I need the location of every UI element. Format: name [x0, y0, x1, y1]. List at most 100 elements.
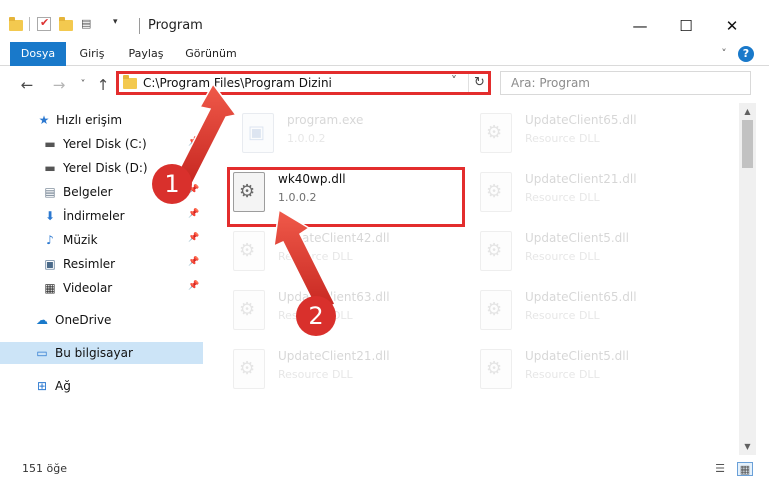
file-item[interactable]: UpdateClient21.dll Resource DLL	[233, 347, 463, 399]
sidebar-item-downloads[interactable]: ⬇ İndirmeler 📌	[0, 205, 203, 227]
maximize-button[interactable]: ☐	[663, 14, 709, 38]
navigation-bar: ← → ˅ ↑ C:\Program Files\Program Dizini …	[0, 67, 769, 103]
window-title: Program	[148, 18, 203, 33]
tab-file[interactable]: Dosya	[10, 42, 66, 66]
details-view-icon[interactable]: ☰	[712, 462, 728, 476]
file-name: UpdateClient63.dll	[278, 290, 390, 304]
file-type: Resource DLL	[525, 250, 600, 263]
file-item[interactable]: UpdateClient5.dll Resource DLL	[480, 229, 710, 281]
file-type: Resource DLL	[525, 368, 600, 381]
forward-button[interactable]: →	[50, 76, 68, 94]
ribbon: Dosya Giriş Paylaş Görünüm ˅ ?	[0, 42, 769, 66]
scroll-up-icon[interactable]: ▲	[739, 103, 756, 120]
file-version: 1.0.0.2	[278, 191, 317, 204]
address-text[interactable]: C:\Program Files\Program Dizini	[143, 76, 332, 90]
sidebar-item-label: İndirmeler	[63, 209, 125, 223]
dll-file-icon	[480, 113, 512, 153]
sidebar-item-label: OneDrive	[55, 313, 112, 327]
close-button[interactable]: ✕	[709, 14, 755, 38]
refresh-button[interactable]: ↻	[468, 72, 490, 94]
expand-ribbon-icon[interactable]: ˅	[716, 46, 732, 62]
pin-icon: 📌	[188, 233, 200, 243]
file-item[interactable]: UpdateClient65.dll Resource DLL	[480, 111, 710, 163]
address-dropdown-button[interactable]: ˅	[451, 74, 457, 88]
sidebar-item-this-pc[interactable]: ▭ Bu bilgisayar	[0, 342, 203, 364]
tab-share[interactable]: Paylaş	[122, 42, 170, 66]
help-icon[interactable]: ?	[738, 46, 754, 62]
tab-view[interactable]: Görünüm	[180, 42, 242, 66]
sidebar-item-pictures[interactable]: ▣ Resimler 📌	[0, 253, 203, 275]
sidebar-item-music[interactable]: ♪ Müzik 📌	[0, 229, 203, 251]
dll-file-icon	[233, 231, 265, 271]
title-bar: ✔ ▤ ▾ Program — ☐ ✕	[0, 0, 769, 42]
scrollbar-thumb[interactable]	[742, 120, 753, 168]
file-name: UpdateClient5.dll	[525, 349, 629, 363]
sidebar-item-label: Hızlı erişim	[56, 113, 123, 127]
up-button[interactable]: ↑	[94, 76, 112, 94]
pin-icon: 📌	[188, 209, 200, 219]
address-bar[interactable]: C:\Program Files\Program Dizini ˅ ↻	[116, 71, 491, 95]
file-item[interactable]: UpdateClient42.dll Resource DLL	[233, 229, 463, 281]
computer-icon: ▭	[36, 346, 48, 360]
disk-d-icon: ▬	[44, 161, 56, 175]
file-name: UpdateClient65.dll	[525, 113, 637, 127]
file-name: UpdateClient21.dll	[525, 172, 637, 186]
sidebar-item-onedrive[interactable]: ☁ OneDrive	[0, 309, 203, 331]
toolbar-dropdown-icon[interactable]: ▾	[113, 17, 127, 31]
file-type: Resource DLL	[525, 132, 600, 145]
item-count: 151 öğe	[22, 462, 67, 475]
videos-icon: ▦	[44, 281, 56, 295]
sidebar-item-label: Bu bilgisayar	[55, 346, 133, 360]
file-item[interactable]: UpdateClient65.dll Resource DLL	[480, 288, 710, 340]
file-item[interactable]: UpdateClient5.dll Resource DLL	[480, 347, 710, 399]
large-icons-view-icon[interactable]: ▦	[737, 462, 753, 476]
folder-icon[interactable]	[9, 17, 23, 31]
recent-locations-button[interactable]: ˅	[74, 76, 92, 94]
customize-toolbar-icon[interactable]: ▤	[81, 17, 95, 31]
sidebar-item-videos[interactable]: ▦ Videolar 📌	[0, 277, 203, 299]
file-version: 1.0.0.2	[287, 132, 326, 145]
sidebar-item-quick-access[interactable]: ★ Hızlı erişim	[0, 109, 203, 131]
sidebar-item-label: Resimler	[63, 257, 116, 271]
pin-icon: 📌	[188, 257, 200, 267]
file-name: program.exe	[287, 113, 364, 127]
dll-file-icon	[480, 231, 512, 271]
sidebar-item-label: Müzik	[63, 233, 98, 247]
file-name: UpdateClient65.dll	[525, 290, 637, 304]
sidebar-item-label: Yerel Disk (D:)	[63, 161, 148, 175]
file-item-highlighted[interactable]: wk40wp.dll 1.0.0.2	[233, 170, 463, 222]
dll-file-icon	[233, 172, 265, 212]
file-list: program.exe 1.0.0.2 UpdateClient65.dll R…	[207, 103, 739, 455]
pin-icon: 📌	[188, 281, 200, 291]
sidebar-item-label: Videolar	[63, 281, 113, 295]
downloads-icon: ⬇	[44, 209, 56, 223]
title-separator	[139, 18, 140, 34]
minimize-button[interactable]: —	[617, 14, 663, 38]
sidebar-item-network[interactable]: ⊞ Ağ	[0, 375, 203, 397]
new-folder-icon[interactable]	[59, 17, 73, 31]
back-button[interactable]: ←	[18, 76, 36, 94]
tab-home[interactable]: Giriş	[72, 42, 112, 66]
search-placeholder: Ara: Program	[511, 76, 590, 90]
dll-file-icon	[233, 349, 265, 389]
file-name: UpdateClient21.dll	[278, 349, 390, 363]
vertical-scrollbar[interactable]: ▲ ▼	[739, 103, 756, 455]
file-name: UpdateClient5.dll	[525, 231, 629, 245]
file-item[interactable]: UpdateClient63.dll Resource DLL	[233, 288, 463, 340]
dll-file-icon	[480, 349, 512, 389]
disk-c-icon: ▬	[44, 137, 56, 151]
file-type: Resource DLL	[525, 191, 600, 204]
file-item[interactable]: program.exe 1.0.0.2	[242, 111, 472, 163]
sidebar-item-disk-c[interactable]: ▬ Yerel Disk (C:) 📌	[0, 133, 203, 155]
cloud-icon: ☁	[36, 313, 48, 327]
address-folder-icon	[123, 75, 137, 89]
dll-file-icon	[480, 172, 512, 212]
pictures-icon: ▣	[44, 257, 56, 271]
search-input[interactable]: Ara: Program	[500, 71, 751, 95]
star-icon: ★	[38, 113, 50, 127]
file-item[interactable]: UpdateClient21.dll Resource DLL	[480, 170, 710, 222]
scroll-down-icon[interactable]: ▼	[739, 438, 756, 455]
properties-icon[interactable]: ✔	[37, 16, 51, 31]
sidebar-item-label: Belgeler	[63, 185, 113, 199]
file-name: UpdateClient42.dll	[278, 231, 390, 245]
